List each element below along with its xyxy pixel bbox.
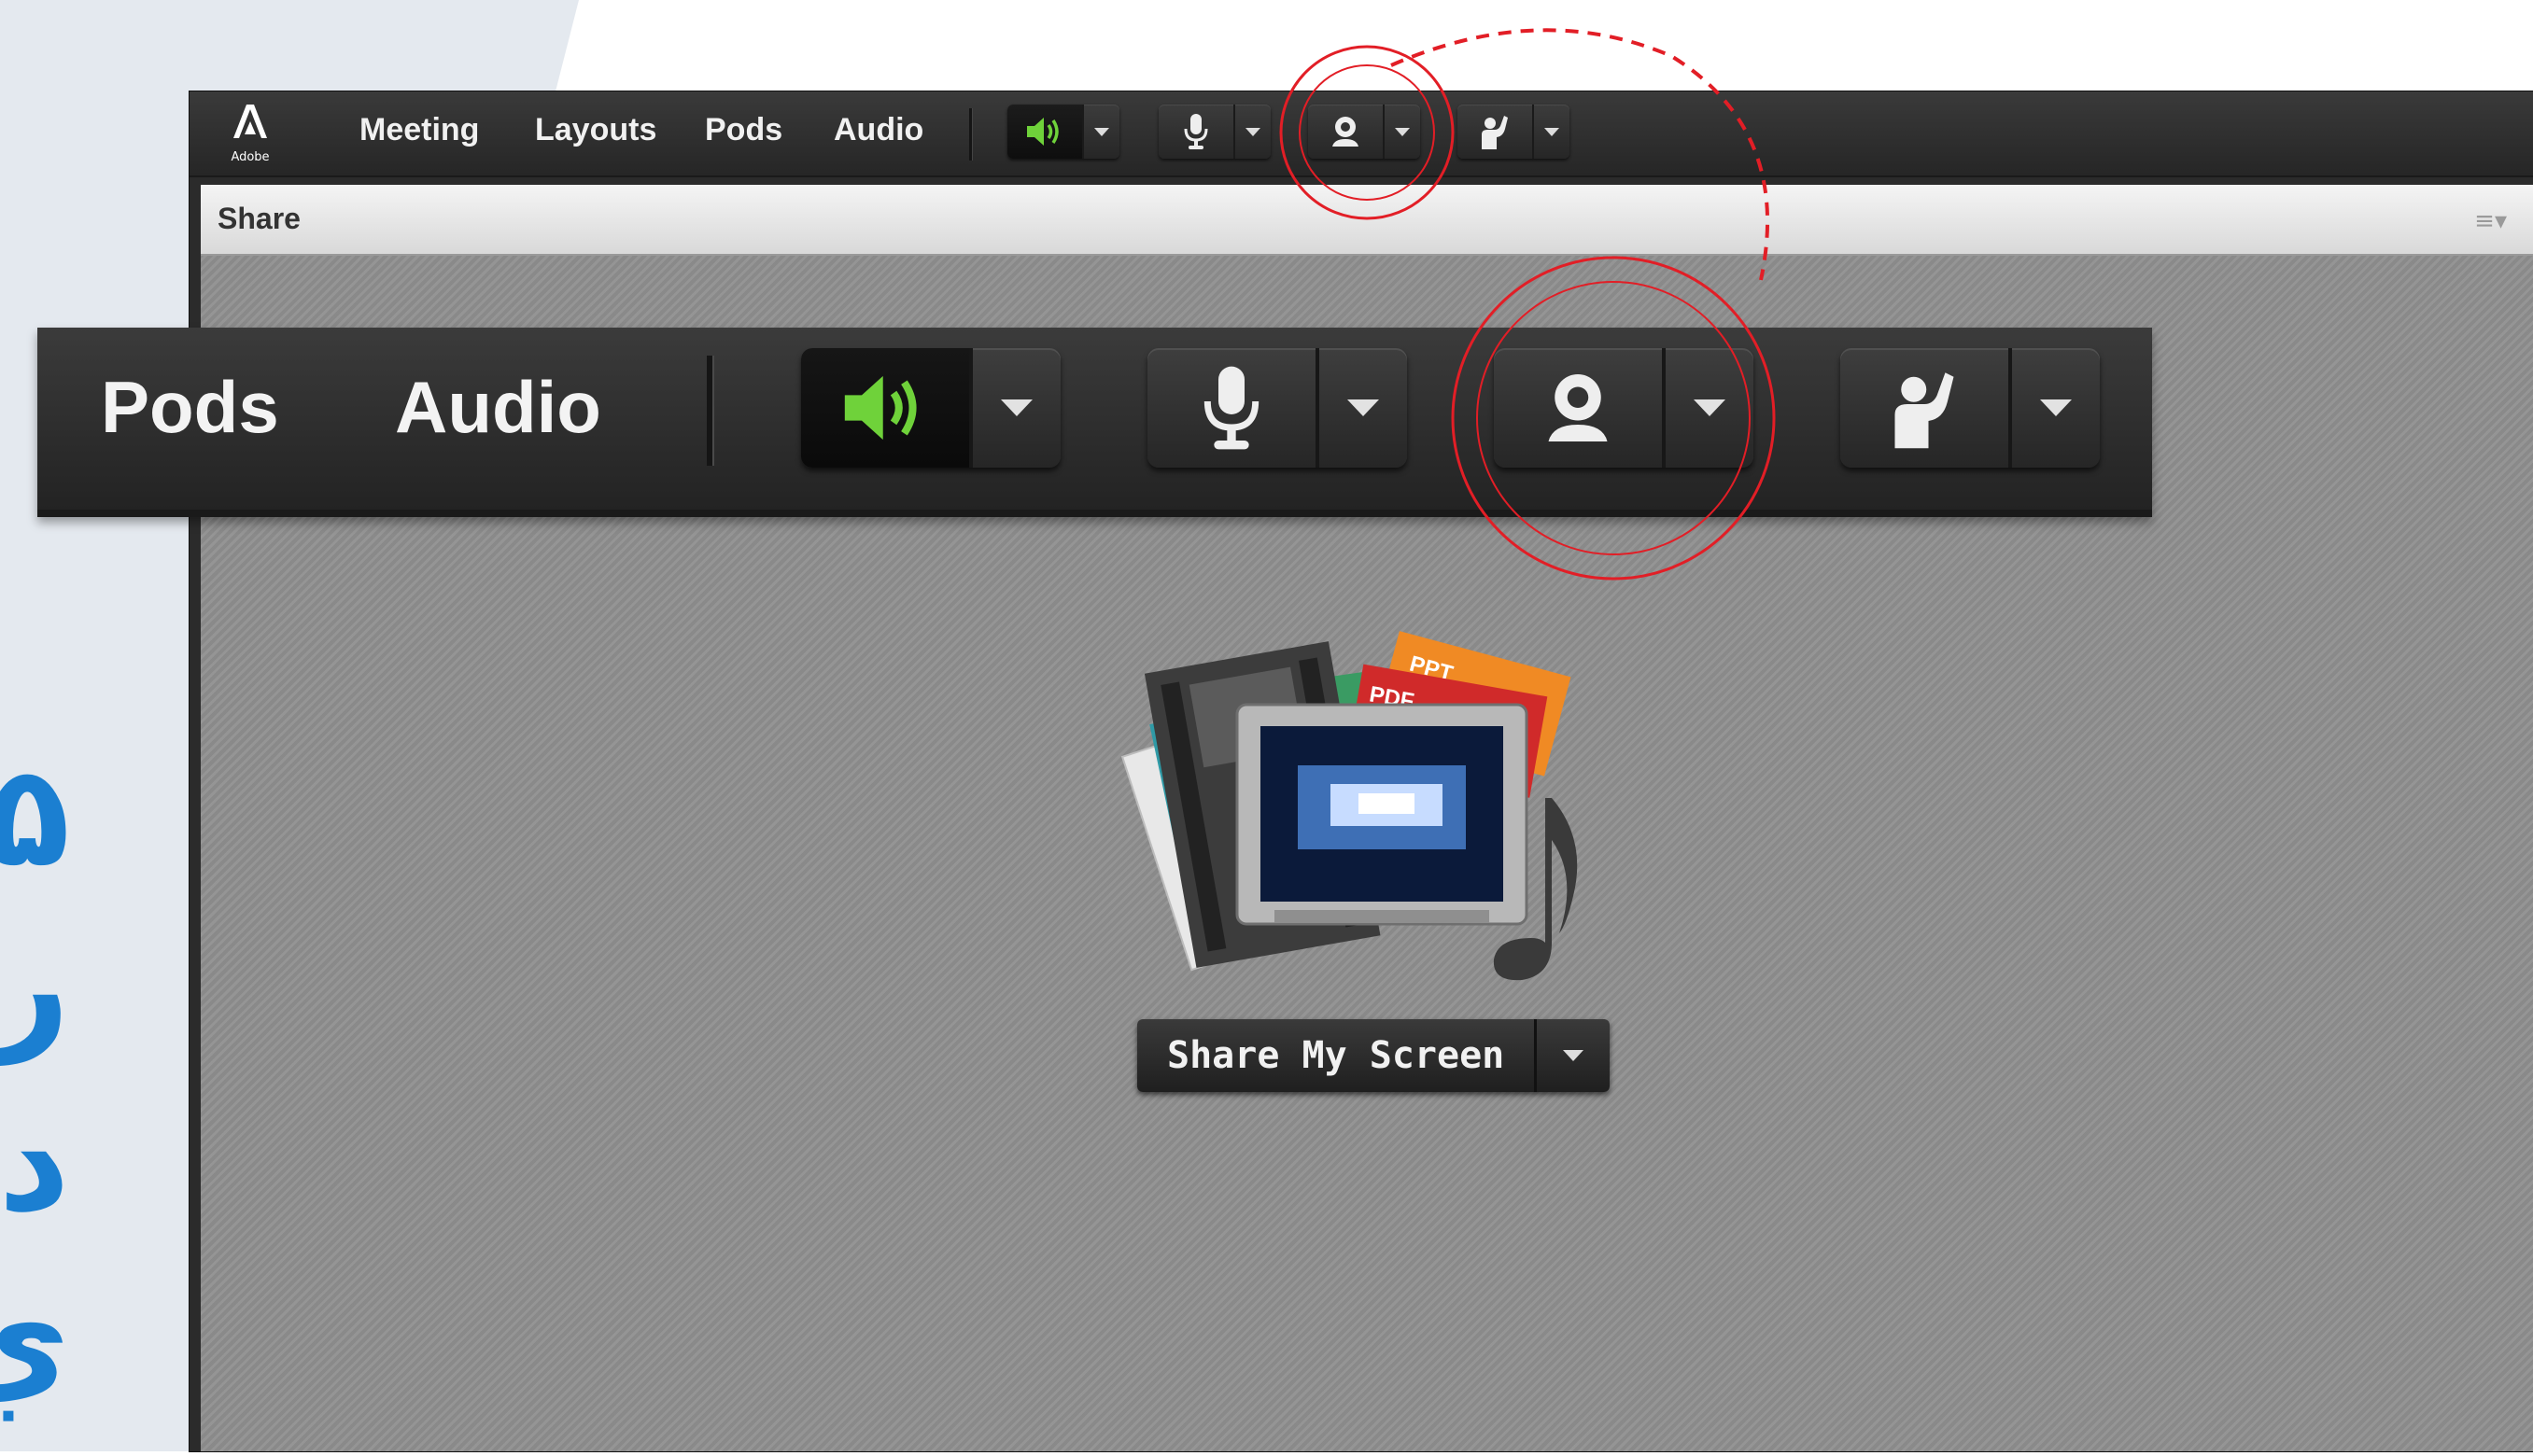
microphone-control — [1159, 105, 1271, 159]
webcam-icon — [1548, 374, 1608, 441]
zoom-webcam-button[interactable] — [1494, 348, 1666, 468]
raise-hand-button[interactable] — [1457, 105, 1534, 159]
zoom-microphone-dropdown[interactable] — [1319, 348, 1407, 468]
side-text-line-2: رن — [0, 903, 70, 1066]
webcam-icon — [1332, 117, 1358, 147]
side-text-line-1: ۵ — [0, 747, 70, 898]
chevron-down-icon — [1347, 399, 1379, 416]
chevron-down-icon — [1094, 127, 1109, 136]
toolbar-separator — [969, 108, 973, 161]
chevron-down-icon — [1245, 127, 1260, 136]
side-text-line-4: ي — [0, 1258, 70, 1421]
raise-hand-control — [1457, 105, 1569, 159]
zoom-label-audio: Audio — [395, 366, 601, 448]
zoom-webcam-dropdown[interactable] — [1666, 348, 1753, 468]
share-my-screen-label: Share My Screen — [1137, 1019, 1538, 1092]
webcam-dropdown[interactable] — [1385, 105, 1420, 159]
microphone-icon — [1203, 366, 1259, 450]
speaker-control — [1007, 105, 1119, 159]
side-text-line-3: دو — [0, 1081, 70, 1243]
zoom-raise-hand-button[interactable] — [1840, 348, 2012, 468]
zoom-webcam-control — [1494, 348, 1753, 468]
menu-meeting[interactable]: Meeting — [359, 112, 479, 148]
webcam-control — [1308, 105, 1420, 159]
microphone-icon — [1184, 114, 1208, 149]
chevron-down-icon — [2040, 399, 2072, 416]
zoom-speaker-dropdown[interactable] — [973, 348, 1061, 468]
speaker-icon — [1027, 118, 1059, 146]
menu-bar: Adobe Meeting Layouts Pods Audio — [190, 91, 2533, 177]
side-persian-text: ۵ رن دو ي — [0, 747, 191, 1456]
chevron-down-icon — [1694, 399, 1725, 416]
share-illustration-graphic: PPT PDF — [1120, 631, 1578, 981]
zoom-speaker-button[interactable] — [801, 348, 973, 468]
menu-layouts[interactable]: Layouts — [535, 112, 656, 148]
zoomed-toolbar-callout: Pods Audio — [37, 328, 2152, 517]
microphone-dropdown[interactable] — [1235, 105, 1271, 159]
zoom-toolbar-separator — [707, 356, 714, 466]
adobe-logo-mark — [222, 101, 278, 149]
raise-hand-dropdown[interactable] — [1534, 105, 1569, 159]
menu-pods[interactable]: Pods — [705, 112, 782, 148]
webcam-button[interactable] — [1308, 105, 1385, 159]
zoom-microphone-control — [1147, 348, 1407, 468]
microphone-button[interactable] — [1159, 105, 1235, 159]
chevron-down-icon — [1395, 127, 1410, 136]
menu-audio[interactable]: Audio — [834, 112, 923, 148]
zoom-raise-hand-dropdown[interactable] — [2012, 348, 2100, 468]
chevron-down-icon — [1563, 1050, 1584, 1061]
zoom-microphone-button[interactable] — [1147, 348, 1319, 468]
speaker-dropdown[interactable] — [1084, 105, 1119, 159]
zoom-speaker-control — [801, 348, 1061, 468]
share-options-dropdown[interactable] — [1537, 1019, 1610, 1092]
adobe-logo-text: Adobe — [231, 150, 270, 164]
share-pod-title: Share — [218, 202, 301, 235]
zoom-label-pods: Pods — [101, 366, 279, 448]
chevron-down-icon — [1544, 127, 1559, 136]
zoom-raise-hand-control — [1840, 348, 2100, 468]
raise-hand-icon — [1894, 371, 1954, 448]
adobe-logo: Adobe — [222, 101, 278, 166]
speaker-button[interactable] — [1007, 105, 1084, 159]
share-pod-header: Share ≡▾ — [201, 185, 2533, 256]
chevron-down-icon — [1001, 399, 1033, 416]
pod-options-icon[interactable]: ≡▾ — [2474, 207, 2507, 235]
share-content-illustration: PPT PDF — [1120, 616, 1606, 1008]
share-my-screen-button[interactable]: Share My Screen — [1137, 1019, 1611, 1092]
speaker-icon — [844, 375, 917, 441]
raise-hand-icon — [1482, 116, 1508, 149]
